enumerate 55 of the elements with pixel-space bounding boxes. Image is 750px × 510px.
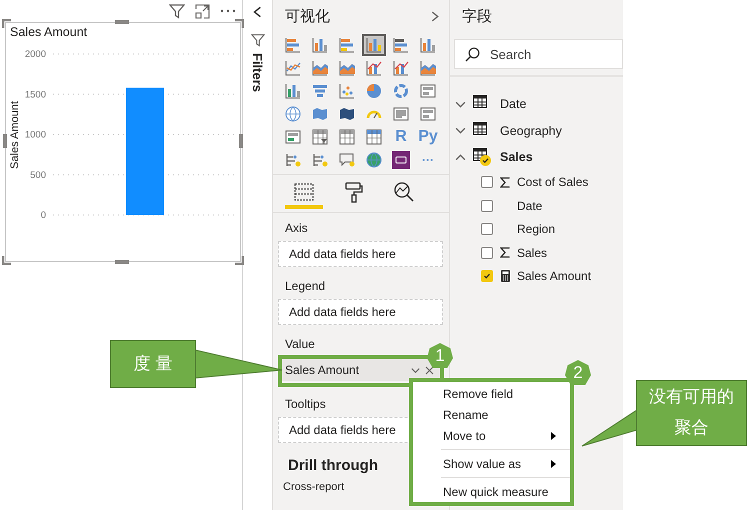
chart-type-icon[interactable] xyxy=(389,149,413,171)
tick-label: 500 xyxy=(30,170,46,181)
tick-label: 0 xyxy=(40,210,46,221)
search-icon xyxy=(465,46,480,62)
filter-icon[interactable] xyxy=(250,33,264,47)
field-name[interactable]: Region xyxy=(517,222,556,236)
menu-item[interactable]: Show value as xyxy=(413,453,570,474)
search-field[interactable]: Search xyxy=(488,46,608,62)
table-layout-icon xyxy=(293,181,315,203)
more-options-icon[interactable] xyxy=(220,9,236,13)
checkbox[interactable] xyxy=(481,200,493,212)
drop-zone[interactable]: Add data fields here xyxy=(278,299,443,325)
table-name[interactable]: Sales xyxy=(500,150,533,164)
submenu-arrow-icon xyxy=(551,432,556,440)
checkbox[interactable] xyxy=(481,176,493,188)
well-label: Legend xyxy=(284,278,326,295)
submenu-arrow-icon xyxy=(551,460,556,468)
search-box[interactable]: Search xyxy=(454,39,623,69)
well-label: Axis xyxy=(284,220,308,237)
section-title: Drill through xyxy=(287,456,379,476)
well-label: Value xyxy=(284,336,315,353)
checkmark-icon xyxy=(483,272,491,280)
callout: 度 量 xyxy=(110,340,196,388)
chart-title: Sales Amount xyxy=(9,24,88,39)
field-name[interactable]: Cost of Sales xyxy=(517,175,588,190)
pane-title: 可视化 xyxy=(285,6,330,26)
tick-label: 1000 xyxy=(24,130,46,140)
checkbox[interactable] xyxy=(481,246,493,259)
well-label: Tooltips xyxy=(284,396,326,413)
sigma-icon xyxy=(500,247,510,258)
callout-pointer xyxy=(580,408,637,448)
magnifier-chart-icon xyxy=(393,181,415,203)
chart-type-icon[interactable] xyxy=(362,34,386,56)
filter-icon[interactable] xyxy=(169,3,185,19)
menu-item[interactable]: Remove field xyxy=(413,384,570,405)
calculator-icon xyxy=(500,270,510,282)
close-icon[interactable] xyxy=(425,366,434,374)
menu-item[interactable]: New quick measure xyxy=(413,481,570,502)
table-name[interactable]: Geography xyxy=(500,124,562,138)
tick-label: 1500 xyxy=(24,89,46,100)
field-name[interactable]: Sales Amount xyxy=(517,269,592,284)
field-name[interactable]: Date xyxy=(517,198,542,213)
tick-label: 2000 xyxy=(24,49,46,60)
drop-zone[interactable]: Add data fields here xyxy=(278,241,443,267)
checkbox[interactable] xyxy=(481,223,493,236)
pane-title: 字段 xyxy=(462,6,492,26)
option-label: Cross-report xyxy=(282,480,346,493)
table-name[interactable]: Date xyxy=(500,97,526,112)
sigma-icon xyxy=(500,176,510,188)
field-name[interactable]: Sales xyxy=(517,246,548,260)
focus-mode-icon[interactable] xyxy=(195,4,210,18)
checkbox[interactable] xyxy=(481,270,493,282)
filters-label: Filters xyxy=(250,53,265,92)
paint-roller-icon xyxy=(343,181,365,203)
axis-title: Sales Amount xyxy=(9,101,21,169)
